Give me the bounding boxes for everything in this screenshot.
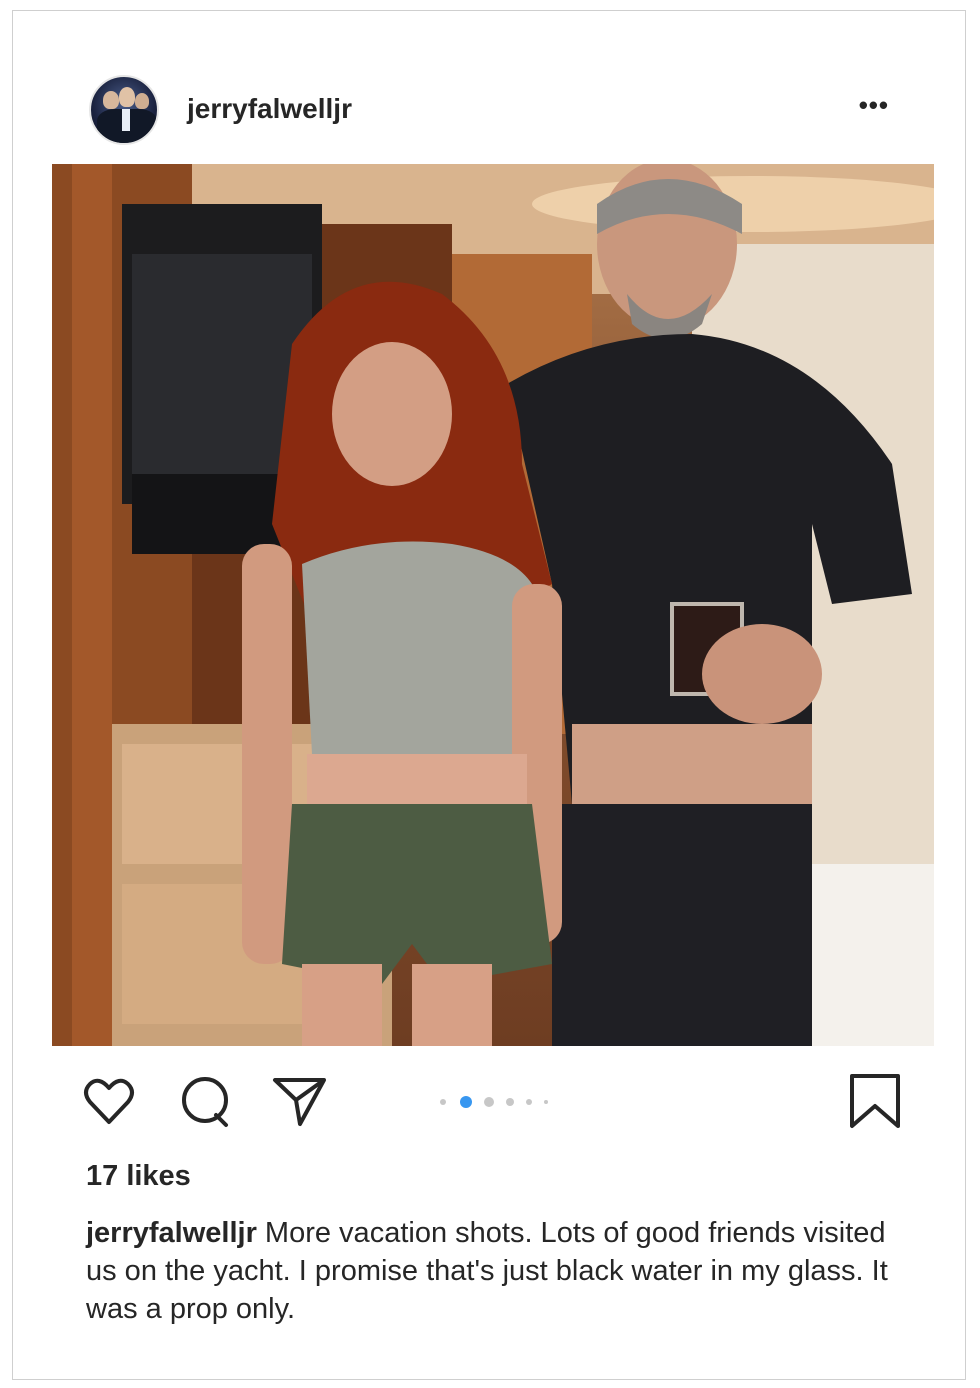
post-header: jerryfalwelljr ••• (89, 75, 889, 145)
carousel-indicator (440, 1096, 570, 1108)
username-link[interactable]: jerryfalwelljr (187, 93, 352, 125)
photo-illustration (52, 164, 934, 1046)
caption-username[interactable]: jerryfalwelljr (86, 1217, 257, 1249)
likes-count[interactable]: 17 likes (86, 1160, 191, 1193)
comment-icon[interactable] (176, 1072, 234, 1130)
post-actions (80, 1072, 920, 1134)
post-caption: jerryfalwelljr More vacation shots. Lots… (86, 1214, 906, 1328)
avatar[interactable] (89, 75, 159, 145)
post-photo[interactable] (52, 164, 934, 1046)
more-options-icon[interactable]: ••• (859, 92, 889, 118)
bookmark-icon[interactable] (846, 1072, 904, 1130)
heart-icon[interactable] (80, 1072, 138, 1130)
send-icon[interactable] (270, 1072, 328, 1130)
